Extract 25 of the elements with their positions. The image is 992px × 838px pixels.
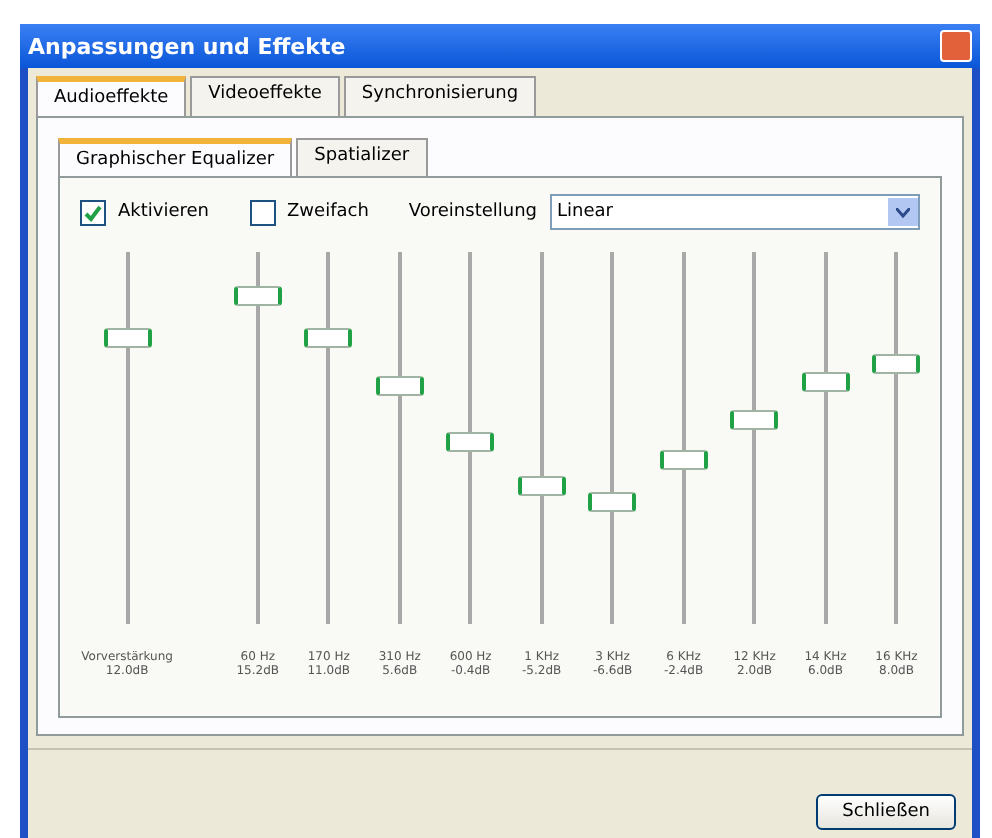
close-button[interactable]: Schließen xyxy=(816,794,956,830)
slider-thumb[interactable] xyxy=(233,286,282,307)
tab[interactable]: Graphischer Equalizer xyxy=(58,138,293,180)
checkbox[interactable] xyxy=(249,199,276,225)
slider-thumb[interactable] xyxy=(375,375,424,396)
slider-thumb[interactable] xyxy=(517,476,566,497)
checkbox[interactable] xyxy=(80,199,106,225)
close-icon[interactable] xyxy=(940,30,972,62)
checkbox-label: Zweifach xyxy=(287,202,369,222)
slider-thumb[interactable] xyxy=(103,327,152,348)
slider-thumb[interactable] xyxy=(588,491,637,512)
slider-thumb[interactable] xyxy=(872,353,921,374)
slider-thumb[interactable] xyxy=(446,431,495,452)
slider-thumb[interactable] xyxy=(659,450,708,471)
preset-dropdown[interactable]: Linear xyxy=(549,194,920,230)
tab[interactable]: Audioeffekte xyxy=(36,76,187,118)
slider-thumb[interactable] xyxy=(304,327,353,348)
window-title: Anpassungen und Effekte xyxy=(28,33,346,59)
tab[interactable]: Spatializer xyxy=(296,138,428,178)
slider-thumb[interactable] xyxy=(730,409,779,430)
checkbox-label: Aktivieren xyxy=(118,202,210,222)
slider-thumb[interactable] xyxy=(801,372,850,393)
tab[interactable]: Synchronisierung xyxy=(343,76,537,116)
tab[interactable]: Videoeffekte xyxy=(190,76,340,116)
preset-label: Voreinstellung xyxy=(408,202,538,222)
